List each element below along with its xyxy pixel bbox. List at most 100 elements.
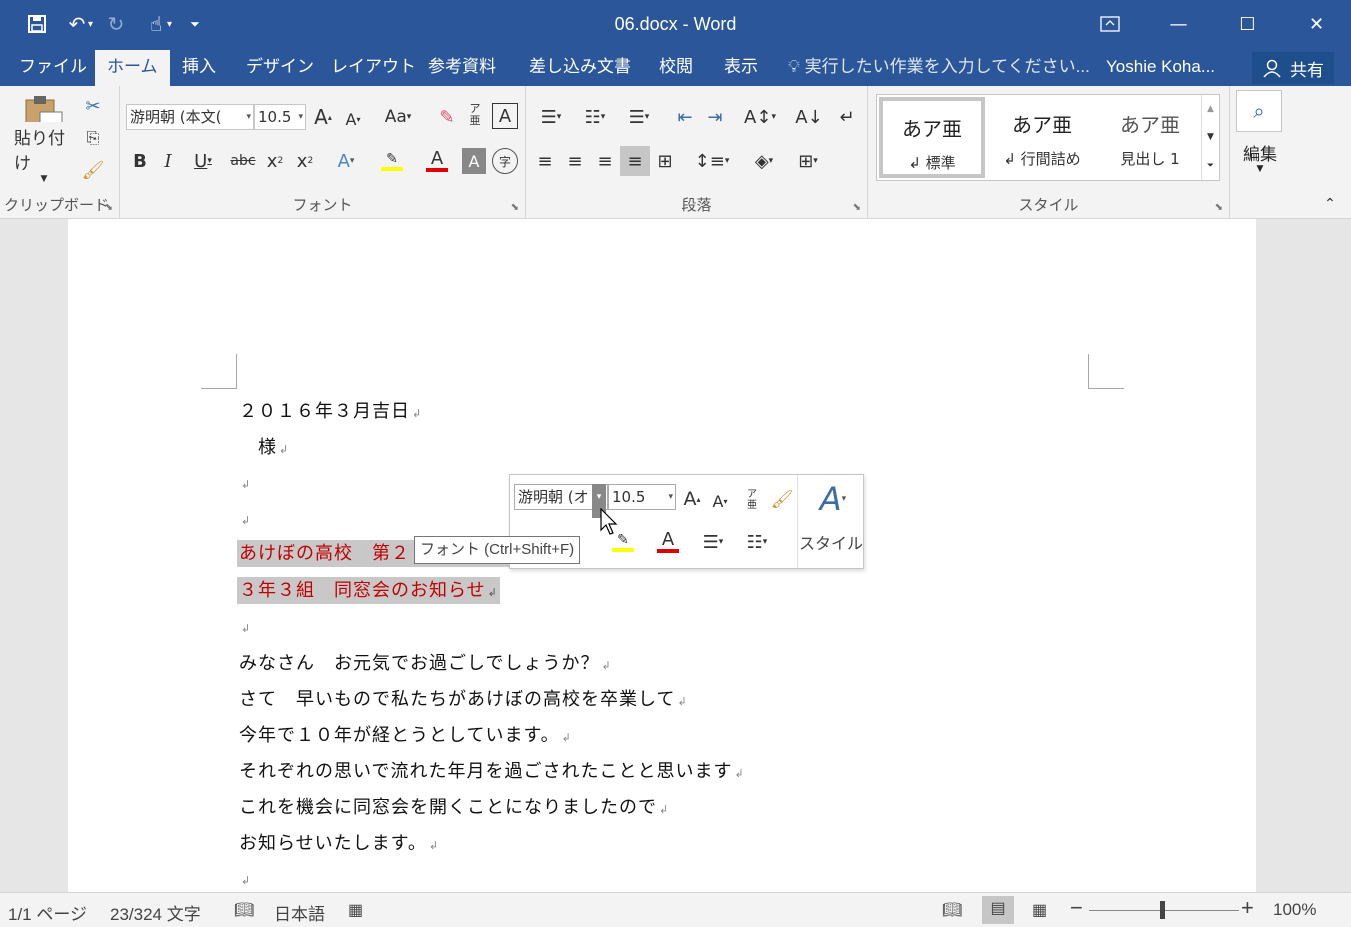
subscript-icon[interactable]: x2 [262, 148, 288, 174]
character-border-icon[interactable]: A [492, 103, 518, 129]
tell-me-box[interactable]: 💡︎ 実行したい作業を入力してください... [788, 50, 1090, 84]
font-name-combo[interactable]: 游明朝 (本文(▾ [126, 104, 254, 130]
mini-styles-label[interactable]: スタイル [798, 530, 864, 554]
tab-mailings[interactable]: 差し込み文書 [517, 50, 643, 86]
doc-line[interactable]: これを機会に同窓会を開くことになりましたので ↲ [239, 793, 669, 819]
change-case-button[interactable]: Aa ▾ [376, 104, 420, 130]
highlight-color-icon[interactable]: ✎ [372, 146, 412, 176]
tab-review[interactable]: 校閲 [647, 50, 705, 86]
macro-recording-icon[interactable]: ▦ [348, 900, 363, 920]
maximize-icon[interactable]: ☐ [1213, 0, 1282, 48]
underline-icon[interactable]: U ▾ [186, 148, 220, 174]
ribbon-display-options-icon[interactable] [1075, 0, 1144, 48]
clipboard-launcher-icon[interactable]: ⬊ [105, 202, 113, 213]
doc-line[interactable]: ２０１６年３月吉日 ↲ [239, 397, 422, 423]
font-color-icon[interactable]: A [418, 146, 456, 176]
read-mode-icon[interactable]: 📖︎ [942, 900, 962, 920]
text-direction-icon[interactable]: A↕ ▾ [740, 104, 780, 130]
mini-numbering-icon[interactable]: ☷ ▾ [738, 529, 776, 555]
increase-indent-icon[interactable]: ⇥ [702, 104, 728, 130]
tab-file[interactable]: ファイル [7, 50, 99, 86]
print-layout-icon[interactable]: ▤ [982, 896, 1014, 924]
phonetic-guide-icon[interactable]: ア亜 [464, 100, 486, 130]
mini-shrink-font-icon[interactable]: A ▾ [708, 488, 732, 514]
tab-home[interactable]: ホーム [95, 50, 170, 86]
close-icon[interactable]: ✕ [1282, 0, 1351, 48]
tab-layout[interactable]: レイアウト [319, 50, 428, 86]
zoom-level[interactable]: 100% [1273, 900, 1316, 920]
language[interactable]: 日本語 [274, 900, 325, 925]
editing-dropdown-icon[interactable]: ▼ [1230, 164, 1290, 174]
sort-icon[interactable]: A↓ [795, 104, 822, 130]
search-icon[interactable]: ⌕ [1236, 90, 1282, 132]
tab-view[interactable]: 表示 [712, 50, 770, 86]
font-launcher-icon[interactable]: ⬊ [511, 202, 519, 213]
user-name[interactable]: Yoshie Koha... [1106, 50, 1215, 84]
align-right-icon[interactable]: ≡ [592, 148, 618, 174]
mini-bullets-icon[interactable]: ☰ ▾ [694, 529, 732, 555]
bullets-icon[interactable]: ☰ ▾ [532, 104, 570, 130]
bold-icon[interactable]: B [128, 148, 152, 174]
doc-line-selected[interactable]: ３年３組 同窓会のお知らせ ↲ [237, 576, 500, 604]
mini-grow-font-icon[interactable]: A ▴ [680, 486, 704, 512]
mini-format-painter-icon[interactable]: 🖌︎ [768, 486, 796, 512]
justify-icon[interactable]: ≡ [620, 146, 650, 176]
numbering-icon[interactable]: ☷ ▾ [576, 104, 614, 130]
zoom-in-button[interactable]: + [1241, 895, 1254, 921]
copy-icon[interactable]: ⎘ [80, 124, 106, 152]
show-marks-icon[interactable]: ↵ [834, 104, 860, 130]
superscript-icon[interactable]: x2 [292, 148, 318, 174]
decrease-indent-icon[interactable]: ⇤ [672, 104, 698, 130]
multilevel-list-icon[interactable]: ☰ ▾ [620, 104, 658, 130]
share-button[interactable]: 共有 [1252, 52, 1334, 84]
doc-line[interactable]: 様 ↲ [239, 433, 289, 459]
zoom-out-button[interactable]: − [1070, 895, 1083, 921]
style-no-spacing[interactable]: あア亜 ↲ 行間詰め [989, 97, 1095, 178]
doc-line[interactable]: さて 早いもので私たちがあけぼの高校を卒業して ↲ [239, 685, 688, 711]
shrink-font-icon[interactable]: A ▾ [340, 106, 366, 132]
align-left-icon[interactable]: ≡ [532, 148, 558, 174]
clear-formatting-icon[interactable]: ✎ [434, 104, 460, 130]
proofing-icon[interactable]: 📖︎ [234, 900, 254, 920]
doc-line[interactable]: お知らせいたします。 ↲ [239, 829, 439, 855]
doc-line[interactable]: 今年で１０年が経とうとしています。 ↲ [239, 721, 572, 747]
gallery-more-icon[interactable]: ⏷ [1201, 151, 1219, 180]
font-size-combo[interactable]: 10.5 ▾ [254, 104, 306, 130]
doc-line[interactable]: みなさん お元気でお過ごしでしょうか？ ↲ [239, 649, 612, 675]
enclose-characters-icon[interactable]: 字 [492, 148, 518, 174]
collapse-ribbon-icon[interactable]: ⌃ [1318, 194, 1342, 214]
mini-font-size-combo[interactable]: 10.5 ▾ [608, 484, 676, 510]
style-heading-1[interactable]: あア亜 見出し 1 [1097, 97, 1203, 178]
word-count[interactable]: 23/324 文字 [110, 900, 201, 925]
doc-line[interactable]: ↲ [239, 616, 251, 637]
format-painter-icon[interactable]: 🖌︎ [80, 156, 106, 184]
minimize-icon[interactable]: — [1144, 0, 1213, 48]
italic-icon[interactable]: I [156, 148, 180, 174]
editing-label[interactable]: 編集 [1230, 140, 1290, 165]
gallery-scroll-up-icon[interactable]: ▲ [1201, 95, 1219, 123]
grow-font-icon[interactable]: A ▴ [310, 104, 336, 130]
doc-line[interactable]: ↲ [239, 868, 251, 889]
align-center-icon[interactable]: ≡ [562, 148, 588, 174]
doc-line[interactable]: ↲ [239, 472, 251, 493]
page-count[interactable]: 1/1 ページ [8, 900, 87, 925]
paragraph-launcher-icon[interactable]: ⬊ [853, 202, 861, 213]
zoom-slider-thumb[interactable] [1160, 901, 1165, 919]
doc-line[interactable]: ↲ [239, 508, 251, 529]
mini-styles-icon[interactable]: A ▾ [808, 479, 858, 519]
styles-launcher-icon[interactable]: ⬊ [1215, 202, 1223, 213]
web-layout-icon[interactable]: ▦ [1032, 900, 1047, 920]
text-effects-icon[interactable]: A ▾ [330, 148, 362, 174]
style-normal[interactable]: あア亜 ↲ 標準 [879, 97, 985, 178]
gallery-scroll-down-icon[interactable]: ▼ [1201, 123, 1219, 151]
character-shading-icon[interactable]: A [462, 148, 486, 174]
tab-references[interactable]: 参考資料 [416, 50, 508, 86]
line-spacing-icon[interactable]: ↕≡ ▾ [692, 148, 732, 174]
doc-line[interactable]: それぞれの思いで流れた年月を過ごされたことと思います ↲ [239, 757, 745, 783]
mini-phonetic-guide-icon[interactable]: ア亜 [742, 485, 762, 515]
strikethrough-icon[interactable]: abc [228, 148, 258, 174]
tab-design[interactable]: デザイン [234, 50, 326, 86]
paste-button[interactable]: 貼り付け ▼ [14, 94, 74, 184]
mini-font-color-icon[interactable]: A [648, 527, 688, 557]
cut-icon[interactable]: ✂ [80, 92, 106, 120]
